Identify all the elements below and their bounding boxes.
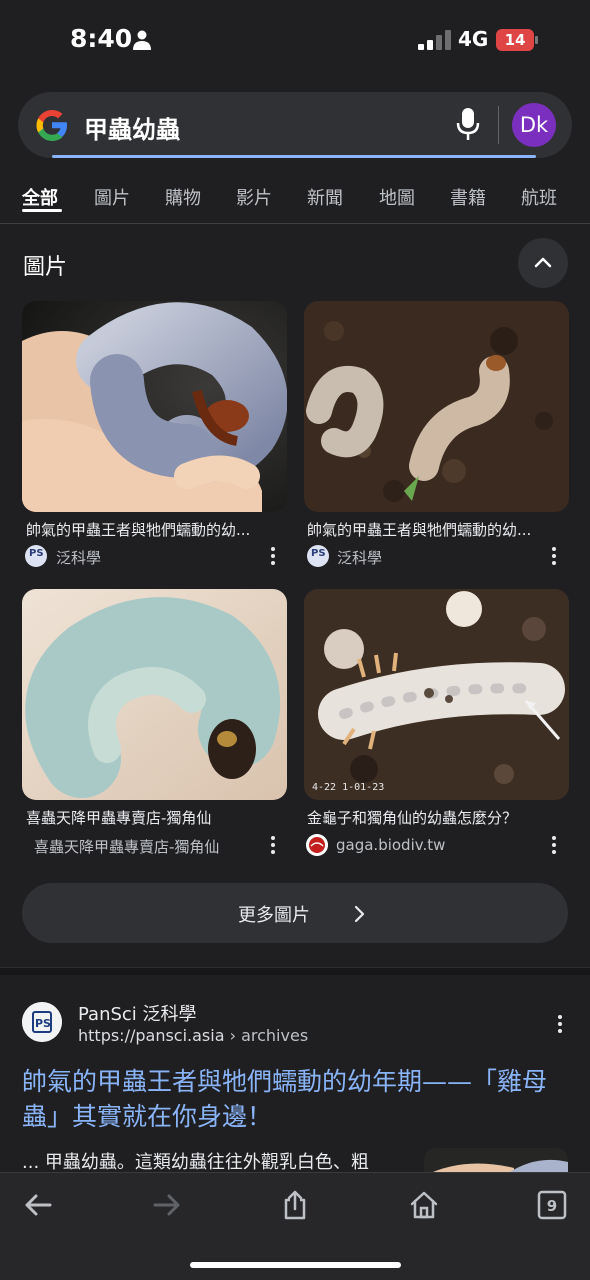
image-result-4-source: gaga.biodiv.tw bbox=[336, 836, 446, 854]
battery-level: 14 bbox=[504, 31, 526, 49]
image-result-2-source: 泛科學 bbox=[337, 549, 383, 567]
tab-news[interactable]: 新聞 bbox=[307, 184, 343, 210]
signal-icon bbox=[418, 30, 451, 50]
tab-images[interactable]: 圖片 bbox=[94, 184, 130, 210]
image-result-3-title[interactable]: 喜蟲天降甲蟲專賣店-獨角仙 bbox=[26, 807, 288, 828]
result-url-host: https://pansci.asia bbox=[78, 1026, 225, 1045]
grubs-in-soil-image bbox=[304, 301, 569, 512]
home-indicator[interactable] bbox=[190, 1262, 401, 1268]
result-site-name[interactable]: PanSci 泛科學 bbox=[78, 1000, 197, 1026]
image-date-stamp: 4-22 1-01-23 bbox=[312, 782, 384, 793]
share-icon[interactable] bbox=[279, 1189, 311, 1221]
battery-icon: 14 bbox=[496, 29, 538, 51]
section-separator bbox=[0, 967, 590, 975]
tab-books[interactable]: 書籍 bbox=[450, 184, 486, 210]
tab-videos[interactable]: 影片 bbox=[236, 184, 272, 210]
more-options-icon[interactable] bbox=[268, 546, 278, 566]
search-divider bbox=[498, 106, 499, 144]
chevron-right-icon bbox=[354, 905, 365, 923]
active-tab-indicator bbox=[22, 209, 62, 212]
search-tabs: 全部 圖片 購物 影片 新聞 地圖 書籍 航班 bbox=[0, 180, 590, 224]
status-time: 8:40 bbox=[70, 24, 133, 53]
chevron-up-icon bbox=[534, 257, 552, 268]
tab-maps[interactable]: 地圖 bbox=[379, 184, 415, 210]
more-options-icon[interactable] bbox=[549, 835, 559, 855]
result-snippet: ... 甲蟲幼蟲。這類幼蟲往往外觀乳白色、粗 bbox=[22, 1152, 369, 1173]
more-images-button[interactable]: 更多圖片 bbox=[22, 883, 568, 943]
image-result-3[interactable] bbox=[22, 589, 287, 800]
gaga-favicon-icon bbox=[306, 834, 328, 856]
more-options-icon[interactable] bbox=[549, 546, 559, 566]
more-options-icon[interactable] bbox=[268, 835, 278, 855]
microphone-icon[interactable] bbox=[456, 107, 480, 141]
google-logo-icon bbox=[36, 110, 67, 141]
more-images-label: 更多圖片 bbox=[238, 905, 310, 926]
collapse-button[interactable] bbox=[518, 238, 568, 288]
account-avatar[interactable]: Dk bbox=[512, 103, 556, 147]
search-underline bbox=[52, 155, 536, 158]
image-result-4[interactable]: 4-22 1-01-23 bbox=[304, 589, 569, 800]
search-input[interactable]: 甲蟲幼蟲 bbox=[84, 110, 180, 145]
image-result-2-title[interactable]: 帥氣的甲蟲王者與牠們蠕動的幼... bbox=[307, 519, 569, 540]
result-url[interactable]: https://pansci.asia › archives bbox=[78, 1026, 308, 1045]
result-title-link[interactable]: 帥氣的甲蟲王者與牠們蠕動的幼年期——「雞母蟲」其實就在你身邊！ bbox=[22, 1064, 572, 1134]
grub-in-hand-image bbox=[22, 301, 287, 512]
tabs-icon[interactable]: 9 bbox=[536, 1189, 568, 1221]
person-icon bbox=[133, 30, 151, 50]
back-arrow-icon[interactable] bbox=[22, 1189, 54, 1221]
image-result-1[interactable] bbox=[22, 301, 287, 512]
tab-shopping[interactable]: 購物 bbox=[165, 184, 201, 210]
result-more-options-icon[interactable] bbox=[555, 1014, 565, 1034]
image-result-1-title[interactable]: 帥氣的甲蟲王者與牠們蠕動的幼... bbox=[26, 519, 288, 540]
images-section-title: 圖片 bbox=[23, 255, 68, 280]
blue-grub-image bbox=[22, 589, 287, 800]
tab-count: 9 bbox=[547, 1197, 557, 1215]
tab-flights[interactable]: 航班 bbox=[521, 184, 557, 210]
pansci-favicon-icon: PS bbox=[25, 545, 47, 567]
status-bar: 8:40 4G 14 bbox=[0, 0, 590, 80]
result-url-path: › archives bbox=[224, 1026, 309, 1045]
forward-arrow-icon[interactable] bbox=[151, 1189, 183, 1221]
image-result-1-source: 泛科學 bbox=[56, 549, 102, 567]
image-result-3-source: 喜蟲天降甲蟲專賣店-獨角仙 bbox=[34, 838, 220, 856]
search-bar[interactable]: 甲蟲幼蟲 Dk bbox=[18, 92, 572, 158]
grub-comparison-image: 4-22 1-01-23 bbox=[304, 589, 569, 800]
pansci-site-icon[interactable]: PS bbox=[22, 1002, 62, 1042]
svg-text:PS: PS bbox=[35, 1017, 51, 1030]
tab-all[interactable]: 全部 bbox=[22, 184, 58, 210]
home-icon[interactable] bbox=[408, 1189, 440, 1221]
network-label: 4G bbox=[458, 27, 489, 51]
image-result-4-title[interactable]: 金龜子和獨角仙的幼蟲怎麼分？ bbox=[307, 807, 569, 828]
pansci-favicon-icon: PS bbox=[307, 545, 329, 567]
image-result-2[interactable] bbox=[304, 301, 569, 512]
